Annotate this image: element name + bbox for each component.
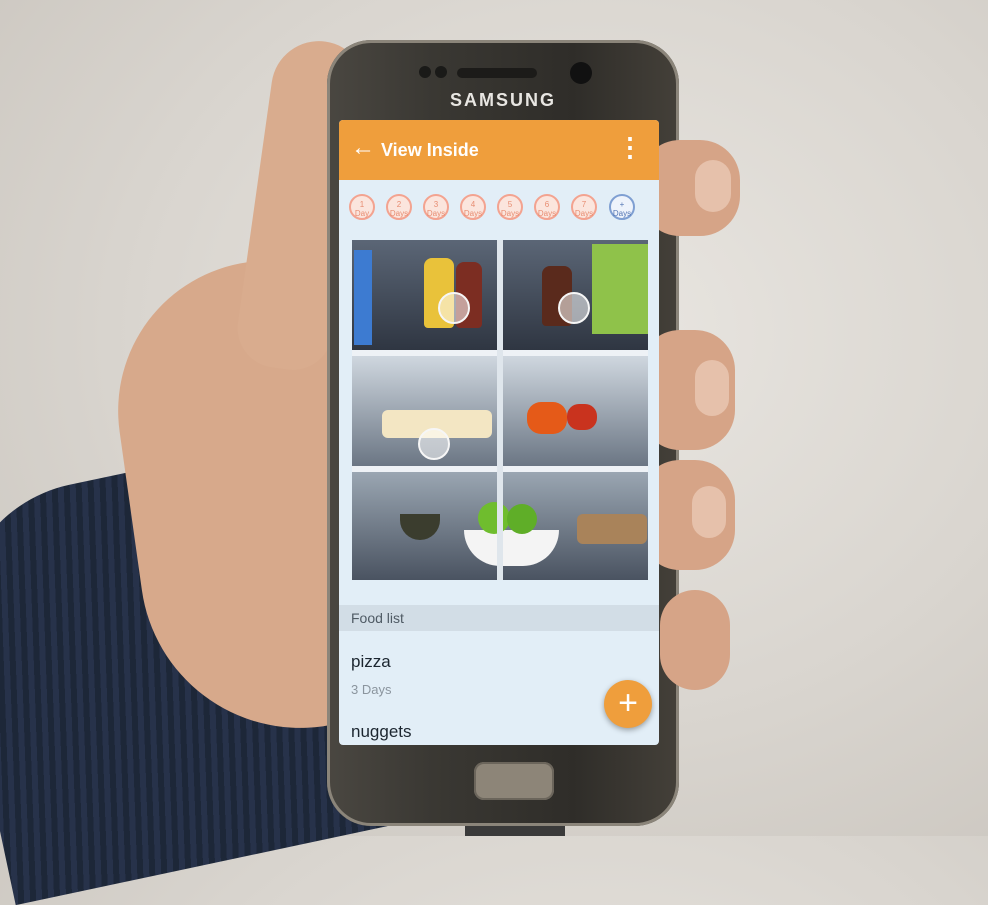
arrow-left-icon[interactable]: ←	[351, 136, 375, 160]
food-list-header: Food list	[339, 605, 659, 631]
add-food-button[interactable]: +	[604, 680, 652, 728]
light-sensor	[435, 66, 447, 78]
more-vertical-icon[interactable]: ⋮	[617, 134, 643, 160]
earpiece	[457, 68, 537, 78]
food-item-name[interactable]: pizza	[351, 652, 391, 672]
home-button[interactable]	[474, 762, 554, 800]
door-bottle	[354, 250, 372, 345]
green-apple	[478, 502, 510, 534]
phone-screen: ← View Inside ⋮ 1 Day 2 Days 3 Days 4 Days 5…	[339, 120, 659, 745]
page-title: View Inside	[381, 140, 479, 160]
shelf-divider-vertical	[497, 240, 503, 580]
charging-cable	[465, 826, 565, 836]
proximity-sensor	[419, 66, 431, 78]
day-filter-4[interactable]: 4 Days	[460, 194, 486, 220]
day-filter-7[interactable]: 7 Days	[571, 194, 597, 220]
day-filter-2[interactable]: 2 Days	[386, 194, 412, 220]
food-item-expiry: 3 Days	[351, 682, 392, 697]
food-item-name[interactable]: nuggets	[351, 722, 412, 742]
day-filter-5[interactable]: 5 Days	[497, 194, 523, 220]
app-bar: ← View Inside ⋮	[339, 120, 659, 180]
expiry-badge[interactable]	[438, 292, 470, 324]
day-filter-3[interactable]: 3 Days	[423, 194, 449, 220]
day-filter-row: 1 Day 2 Days 3 Days 4 Days 5 Days 6 Days 7 Days…	[349, 194, 649, 230]
expiry-badge[interactable]	[418, 428, 450, 460]
food-list-title: Food list	[351, 610, 404, 626]
hand-finger	[660, 590, 730, 690]
day-filter-more[interactable]: + Days	[609, 194, 635, 220]
red-pepper	[567, 404, 597, 430]
front-camera	[570, 62, 592, 84]
day-filter-6[interactable]: 6 Days	[534, 194, 560, 220]
day-filter-1[interactable]: 1 Day	[349, 194, 375, 220]
bell-pepper	[527, 402, 567, 434]
expiry-badge[interactable]	[558, 292, 590, 324]
green-apple	[507, 504, 537, 534]
greens-bag	[592, 244, 648, 334]
photo-scene: SAMSUNG ← View Inside ⋮ 1 Day 2 Days 3 Days…	[0, 0, 988, 905]
bread-rolls	[577, 514, 647, 544]
brand-logo: SAMSUNG	[449, 90, 556, 110]
fridge-camera-view[interactable]	[352, 240, 648, 580]
plus-icon: +	[618, 684, 638, 722]
